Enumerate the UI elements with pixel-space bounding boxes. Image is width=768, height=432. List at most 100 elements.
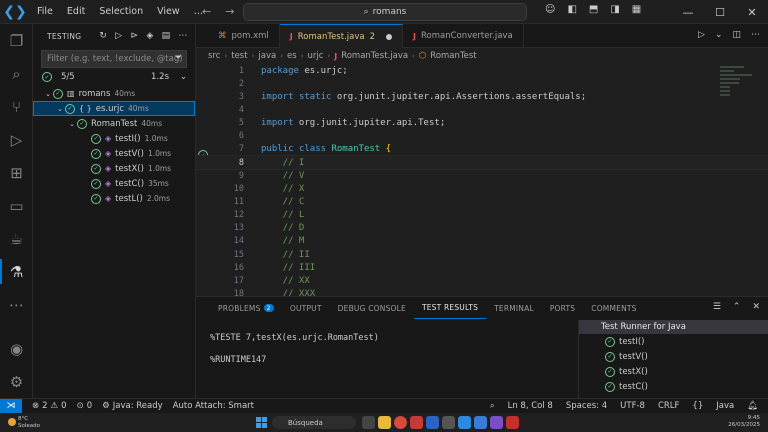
test-tree-item[interactable]: ⌄ ✓ RomanTest 40ms: [33, 116, 195, 131]
chevron-down-icon[interactable]: ⌄: [67, 120, 77, 128]
zoom-icon[interactable]: ⌕: [490, 401, 495, 411]
test-tree-item[interactable]: ✓ ◈ testL() 2.0ms: [33, 191, 195, 206]
tab-test-results[interactable]: TEST RESULTS: [413, 297, 487, 319]
runner-item[interactable]: ✓ testI(): [579, 334, 768, 349]
more-views-icon[interactable]: ⋯: [0, 288, 33, 321]
encoding[interactable]: UTF-8: [620, 401, 645, 411]
refresh-tests-icon[interactable]: ↻: [99, 31, 107, 41]
indentation[interactable]: Spaces: 4: [566, 401, 607, 411]
extensions-icon[interactable]: ⊞: [0, 156, 33, 189]
breadcrumb-file[interactable]: RomanTest.java: [341, 51, 408, 61]
test-tree-item[interactable]: ✓ ◈ testC() 35ms: [33, 176, 195, 191]
back-arrow-icon[interactable]: ←: [202, 5, 211, 18]
runner-title[interactable]: Test Runner for Java: [579, 320, 768, 334]
taskbar-search[interactable]: Búsqueda: [272, 416, 356, 429]
test-tree-item[interactable]: ✓ ◈ testX() 1.0ms: [33, 161, 195, 176]
test-tree-item[interactable]: ✓ ◈ testV() 1.0ms: [33, 146, 195, 161]
runner-item[interactable]: ✓ testX(): [579, 364, 768, 379]
cursor-position[interactable]: Ln 8, Col 8: [508, 401, 553, 411]
run-coverage-icon[interactable]: ◈: [146, 31, 153, 41]
app-icon[interactable]: [442, 416, 455, 429]
customize-layout-icon[interactable]: ▦: [632, 4, 641, 15]
app-icon[interactable]: [410, 416, 423, 429]
debug-all-tests-icon[interactable]: ⊳: [130, 31, 138, 41]
system-tray[interactable]: 9:45 26/03/2025: [728, 415, 760, 429]
word-icon[interactable]: [426, 416, 439, 429]
vscode-icon[interactable]: [458, 416, 471, 429]
ports-status[interactable]: ⊙ 0: [77, 401, 93, 411]
runner-item[interactable]: ✓ testV(): [579, 349, 768, 364]
breadcrumb-src[interactable]: src: [208, 51, 220, 61]
end-of-line[interactable]: CRLF: [658, 401, 679, 411]
show-output-icon[interactable]: ▤: [162, 31, 171, 41]
copilot-icon[interactable]: ☺: [545, 4, 555, 15]
task-view-icon[interactable]: [362, 416, 375, 429]
menu-file[interactable]: File: [30, 6, 60, 17]
unsaved-dot-icon[interactable]: [386, 33, 393, 40]
filter-funnel-icon[interactable]: ⏷: [175, 53, 182, 63]
notifications-bell-icon[interactable]: 🔔︎: [747, 401, 758, 411]
clear-list-icon[interactable]: ☰: [713, 302, 721, 312]
tab-pom-xml[interactable]: ⌘ pom.xml: [196, 24, 280, 48]
tab-comments[interactable]: COMMENTS: [583, 297, 644, 319]
run-debug-icon[interactable]: ▷: [0, 123, 33, 156]
tab-romanconverter-java[interactable]: J RomanConverter.java: [403, 24, 524, 48]
tab-problems[interactable]: PROBLEMS 2: [210, 297, 282, 319]
code-editor[interactable]: 1 package es.urjc; 2 3 import static org.jun…: [196, 64, 768, 296]
auto-attach-status[interactable]: Auto Attach: Smart: [173, 401, 254, 411]
breadcrumb-es[interactable]: es: [287, 51, 297, 61]
breadcrumb-java[interactable]: java: [258, 51, 276, 61]
explorer-icon[interactable]: ❐: [0, 24, 33, 57]
more-actions-icon[interactable]: ⋯: [751, 30, 760, 40]
minimap[interactable]: [720, 64, 754, 124]
tab-output[interactable]: OUTPUT: [282, 297, 330, 319]
breadcrumb-class[interactable]: RomanTest: [430, 51, 476, 61]
source-control-icon[interactable]: ⑂: [0, 90, 33, 123]
run-all-tests-icon[interactable]: ▷: [115, 31, 122, 41]
chevron-down-icon[interactable]: ⌄: [55, 105, 65, 113]
search-view-icon[interactable]: ⌕: [0, 57, 33, 90]
problems-status[interactable]: ⊗ 2 ⚠ 0: [32, 401, 67, 411]
tab-romantest-java[interactable]: J RomanTest.java 2: [279, 24, 404, 48]
toggle-panel-icon[interactable]: ⬒: [589, 4, 598, 15]
file-explorer-icon[interactable]: [378, 416, 391, 429]
chrome-icon[interactable]: [394, 416, 407, 429]
tab-debug-console[interactable]: DEBUG CONSOLE: [330, 297, 414, 319]
chevron-down-icon[interactable]: ⌄: [180, 72, 187, 82]
menu-view[interactable]: View: [150, 6, 187, 17]
app-icon[interactable]: [474, 416, 487, 429]
remote-indicator-icon[interactable]: ⋊: [0, 398, 22, 414]
windows-start-icon[interactable]: [256, 417, 267, 428]
manage-gear-icon[interactable]: ⚙: [0, 365, 33, 398]
account-icon[interactable]: ◉: [0, 332, 33, 365]
split-editor-icon[interactable]: ◫: [732, 30, 741, 40]
maximize-panel-icon[interactable]: ⌃: [733, 302, 741, 312]
maximize-icon[interactable]: ☐: [704, 0, 736, 24]
tab-terminal[interactable]: TERMINAL: [486, 297, 542, 319]
test-tree-item[interactable]: ✓ ◈ testI() 1.0ms: [33, 131, 195, 146]
test-tree-item[interactable]: ⌄ ✓ ▥ romans 40ms: [33, 86, 195, 101]
testing-flask-icon[interactable]: ⚗: [0, 255, 33, 288]
minimize-icon[interactable]: —: [672, 0, 704, 24]
acrobat-icon[interactable]: [506, 416, 519, 429]
forward-arrow-icon[interactable]: →: [225, 5, 234, 18]
remote-explorer-icon[interactable]: ▭: [0, 189, 33, 222]
app-icon[interactable]: [490, 416, 503, 429]
command-center-search[interactable]: ⌕ romans: [243, 3, 527, 21]
java-projects-icon[interactable]: ☕: [0, 222, 33, 255]
breadcrumb-test[interactable]: test: [231, 51, 247, 61]
toggle-sidebar-icon[interactable]: ◧: [567, 4, 576, 15]
more-actions-icon[interactable]: ⋯: [178, 31, 187, 41]
tab-ports[interactable]: PORTS: [542, 297, 583, 319]
test-filter-input[interactable]: Filter (e.g. text, !exclude, @tag) ⏷: [41, 50, 187, 68]
test-tree-item[interactable]: ⌄ ✓ { } es.urjc 40ms: [33, 101, 195, 116]
menu-selection[interactable]: Selection: [92, 6, 150, 17]
run-java-icon[interactable]: ▷: [698, 30, 705, 40]
language-mode[interactable]: Java: [716, 401, 734, 411]
chevron-down-icon[interactable]: ⌄: [43, 90, 53, 98]
test-results-output[interactable]: %TESTE 7,testX(es.urjc.RomanTest) %RUNTI…: [210, 333, 379, 377]
run-dropdown-icon[interactable]: ⌄: [715, 30, 723, 40]
breadcrumb-urjc[interactable]: urjc: [307, 51, 323, 61]
java-status[interactable]: ⚙ Java: Ready: [102, 401, 163, 411]
close-panel-icon[interactable]: ✕: [752, 302, 760, 312]
